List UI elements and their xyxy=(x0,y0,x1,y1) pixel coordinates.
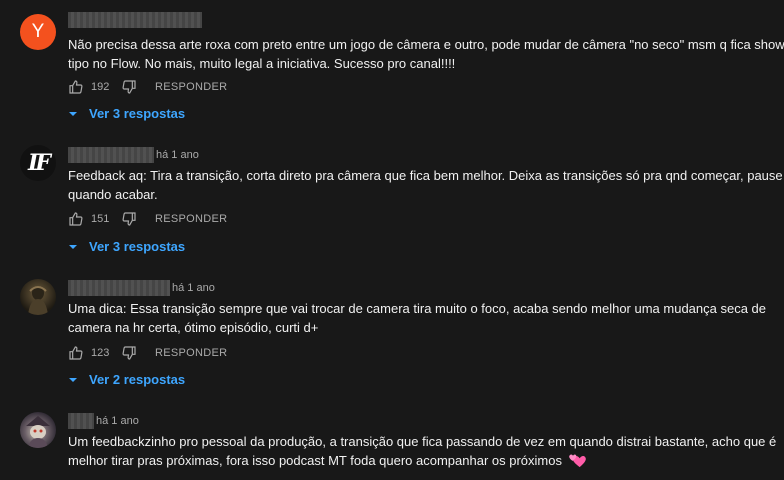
reply-button[interactable]: RESPONDER xyxy=(155,347,227,359)
comment-actions: 151 RESPONDER xyxy=(68,210,227,228)
avatar-image xyxy=(26,416,50,448)
view-replies-button[interactable]: Ver 3 respostas xyxy=(68,239,185,254)
comment-text: Feedback aq: Tira a transição, corta dir… xyxy=(68,166,784,204)
avatar-letter: Y xyxy=(31,21,45,42)
comment-text-line: Um feedbackzinho pro pessoal da produção… xyxy=(68,434,777,449)
comment-text-line-wrap: melhor tirar pras próximas, fora isso po… xyxy=(68,451,768,470)
view-replies-button[interactable]: Ver 2 respostas xyxy=(68,372,185,387)
thumbs-up-icon[interactable] xyxy=(68,79,84,95)
comment-text-line: Feedback aq: Tira a transição, corta dir… xyxy=(68,168,784,183)
view-replies-label: Ver 2 respostas xyxy=(89,372,186,387)
comment-header: há 1 ano xyxy=(68,413,139,429)
thumbs-up-icon[interactable] xyxy=(68,211,84,227)
chevron-down-icon xyxy=(69,244,77,249)
thumbs-down-icon[interactable] xyxy=(121,79,137,95)
reply-button[interactable]: RESPONDER xyxy=(155,81,227,93)
chevron-down-icon xyxy=(69,111,77,116)
like-count: 151 xyxy=(91,213,110,225)
avatar[interactable]: Y xyxy=(20,14,56,50)
comment-text-line: Uma dica: Essa transição sempre que vai … xyxy=(68,301,767,316)
comment-actions: 192 RESPONDER xyxy=(68,78,227,96)
comment-text-line: camera na hr certa, ótimo episódio, curt… xyxy=(68,320,319,335)
thumbs-down-icon[interactable] xyxy=(121,345,137,361)
thumbs-up-icon[interactable] xyxy=(68,345,84,361)
comment-text: Não precisa dessa arte roxa com preto en… xyxy=(68,35,784,73)
comment-timestamp[interactable]: há 1 ano xyxy=(172,282,215,294)
comment-text: Uma dica: Essa transição sempre que vai … xyxy=(68,299,768,337)
redacted-author-name[interactable] xyxy=(68,12,202,28)
comment-timestamp[interactable]: há 1 ano xyxy=(156,149,199,161)
comment-text-line: Não precisa dessa arte roxa com preto en… xyxy=(68,37,784,52)
comment-actions: 123 RESPONDER xyxy=(68,344,227,362)
avatar[interactable] xyxy=(20,412,56,448)
redacted-author-name[interactable] xyxy=(68,413,94,429)
view-replies-label: Ver 3 respostas xyxy=(89,239,186,254)
redacted-author-name[interactable] xyxy=(68,147,154,163)
like-count: 192 xyxy=(91,81,110,93)
comment-timestamp[interactable]: há 1 ano xyxy=(96,415,139,427)
reply-button[interactable]: RESPONDER xyxy=(155,213,227,225)
comment-text-line: melhor tirar pras próximas, fora isso po… xyxy=(68,453,562,468)
thumbs-down-icon[interactable] xyxy=(121,211,137,227)
comment-header: há 1 ano xyxy=(68,147,199,163)
comment-text-line: tipo no Flow. No mais, muito legal a ini… xyxy=(68,56,456,71)
redacted-author-name[interactable] xyxy=(68,280,170,296)
chevron-down-icon xyxy=(69,377,77,382)
comment-text: Um feedbackzinho pro pessoal da produção… xyxy=(68,432,777,470)
avatar-logo-text: IF xyxy=(28,150,51,176)
view-replies-label: Ver 3 respostas xyxy=(89,106,186,121)
avatar[interactable]: IF xyxy=(20,145,56,181)
comment-header: há 1 ano xyxy=(68,280,215,296)
comment-text-line: quando acabar. xyxy=(68,187,158,202)
comment-header xyxy=(68,12,202,28)
like-count: 123 xyxy=(91,347,110,359)
avatar[interactable] xyxy=(20,279,56,315)
view-replies-button[interactable]: Ver 3 respostas xyxy=(68,106,185,121)
two-hearts-emoji xyxy=(569,454,586,468)
avatar-image xyxy=(28,286,48,315)
